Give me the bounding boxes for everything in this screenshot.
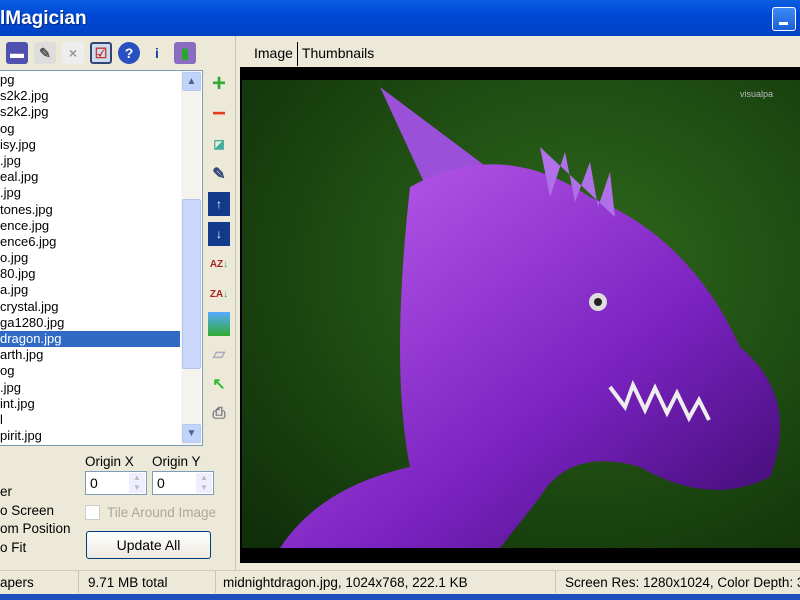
list-item[interactable]: .jpg	[0, 185, 180, 201]
update-all-button[interactable]: Update All	[86, 531, 211, 559]
list-item[interactable]: eal.jpg	[0, 169, 180, 185]
sort-az-icon[interactable]: AZ ↓	[208, 252, 230, 276]
list-item[interactable]: tones.jpg	[0, 202, 180, 218]
exit-icon[interactable]: ▮	[174, 42, 196, 64]
help-icon[interactable]: ?	[118, 42, 140, 64]
print-icon[interactable]: ⎙	[208, 402, 230, 426]
list-item[interactable]: .jpg	[0, 380, 180, 396]
position-option[interactable]: o Fit	[0, 539, 71, 558]
add-icon[interactable]: +	[208, 70, 230, 97]
rename-icon[interactable]: ◪	[208, 132, 230, 156]
list-item[interactable]: s2k2.jpg	[0, 88, 180, 104]
list-item[interactable]: int.jpg	[0, 396, 180, 412]
title-bar: lMagician	[0, 0, 800, 36]
remove-icon[interactable]: −	[208, 100, 230, 127]
sort-za-icon[interactable]: ZA ↓	[208, 282, 230, 306]
list-item[interactable]: a.jpg	[0, 282, 180, 298]
spin-arrows-icon[interactable]: ▲ ▼	[129, 473, 145, 493]
edit-icon[interactable]: ✎	[34, 42, 56, 64]
delete-file-icon[interactable]: ×	[62, 42, 84, 64]
list-item[interactable]: isy.jpg	[0, 137, 180, 153]
info-icon[interactable]: i	[146, 42, 168, 64]
position-option[interactable]: o Screen	[0, 502, 71, 521]
splitter[interactable]	[235, 36, 236, 570]
tile-label: Tile Around Image	[107, 505, 217, 520]
list-item[interactable]: l	[0, 412, 180, 428]
status-file: midnightdragon.jpg, 1024x768, 222.1 KB	[223, 575, 468, 590]
tab-image[interactable]: Image	[250, 42, 298, 66]
tile-checkbox[interactable]	[85, 505, 100, 520]
taskbar	[0, 594, 800, 600]
minimize-button[interactable]	[772, 7, 796, 31]
window-title: lMagician	[0, 8, 87, 29]
status-screen: Screen Res: 1280x1024, Color Depth: 3	[565, 575, 800, 590]
list-item[interactable]: dragon.jpg	[0, 331, 180, 348]
spin-arrows-icon[interactable]: ▲ ▼	[196, 473, 212, 493]
scroll-down-button[interactable]: ▼	[182, 424, 201, 443]
list-item[interactable]: pg	[0, 72, 180, 88]
move-up-icon[interactable]: ↑	[208, 192, 230, 216]
save-icon[interactable]: ▬	[6, 42, 28, 64]
list-item[interactable]: s2k2.jpg	[0, 104, 180, 120]
position-option[interactable]: er	[0, 483, 71, 502]
list-item[interactable]: arth.jpg	[0, 347, 180, 363]
origin-x-stepper[interactable]: 0 ▲ ▼	[85, 471, 147, 495]
status-total: 9.71 MB total	[88, 575, 168, 590]
position-option[interactable]: om Position	[0, 520, 71, 539]
side-toolbar: + − ◪ ✎ ↑ ↓ AZ ↓ ZA ↓ ▱ ↖ ⎙	[205, 70, 233, 426]
list-item[interactable]: ga1280.jpg	[0, 315, 180, 331]
toolbar: ▬ ✎ × ☑ ? i ▮	[0, 36, 235, 68]
view-tabs: Image Thumbnails	[250, 42, 378, 66]
list-item[interactable]: ence6.jpg	[0, 234, 180, 250]
list-item[interactable]: o.jpg	[0, 250, 180, 266]
origin-x-label: Origin X	[85, 454, 134, 469]
scroll-thumb[interactable]	[182, 199, 201, 369]
list-item[interactable]: 80.jpg	[0, 266, 180, 282]
eraser-icon[interactable]: ▱	[208, 342, 230, 366]
status-count: apers	[0, 575, 34, 590]
position-options: er o Screen om Position o Fit	[0, 483, 71, 557]
wallpaper-preview: visualpa	[242, 80, 800, 548]
list-item[interactable]: pirit.jpg	[0, 428, 180, 444]
watermark: visualpa	[740, 89, 773, 99]
scroll-up-button[interactable]: ▲	[182, 72, 201, 91]
back-arrow-icon[interactable]: ↖	[208, 372, 230, 396]
move-down-icon[interactable]: ↓	[208, 222, 230, 246]
list-item[interactable]: og	[0, 121, 180, 137]
checklist-icon[interactable]: ☑	[90, 42, 112, 64]
list-item[interactable]: .jpg	[0, 153, 180, 169]
list-item[interactable]: crystal.jpg	[0, 299, 180, 315]
file-list[interactable]: pg s2k2.jpg s2k2.jpg og isy.jpg .jpg eal.jpg .j…	[0, 70, 203, 446]
set-wallpaper-icon[interactable]	[208, 312, 230, 336]
list-item[interactable]: og	[0, 363, 180, 379]
origin-y-label: Origin Y	[152, 454, 201, 469]
list-scrollbar[interactable]: ▲ ▼	[181, 71, 201, 445]
status-bar: apers 9.71 MB total midnightdragon.jpg, …	[0, 570, 800, 594]
list-item[interactable]: ence.jpg	[0, 218, 180, 234]
edit-icon[interactable]: ✎	[208, 162, 230, 186]
tab-thumbnails[interactable]: Thumbnails	[298, 42, 378, 66]
image-viewer: visualpa	[240, 67, 800, 563]
origin-y-stepper[interactable]: 0 ▲ ▼	[152, 471, 214, 495]
